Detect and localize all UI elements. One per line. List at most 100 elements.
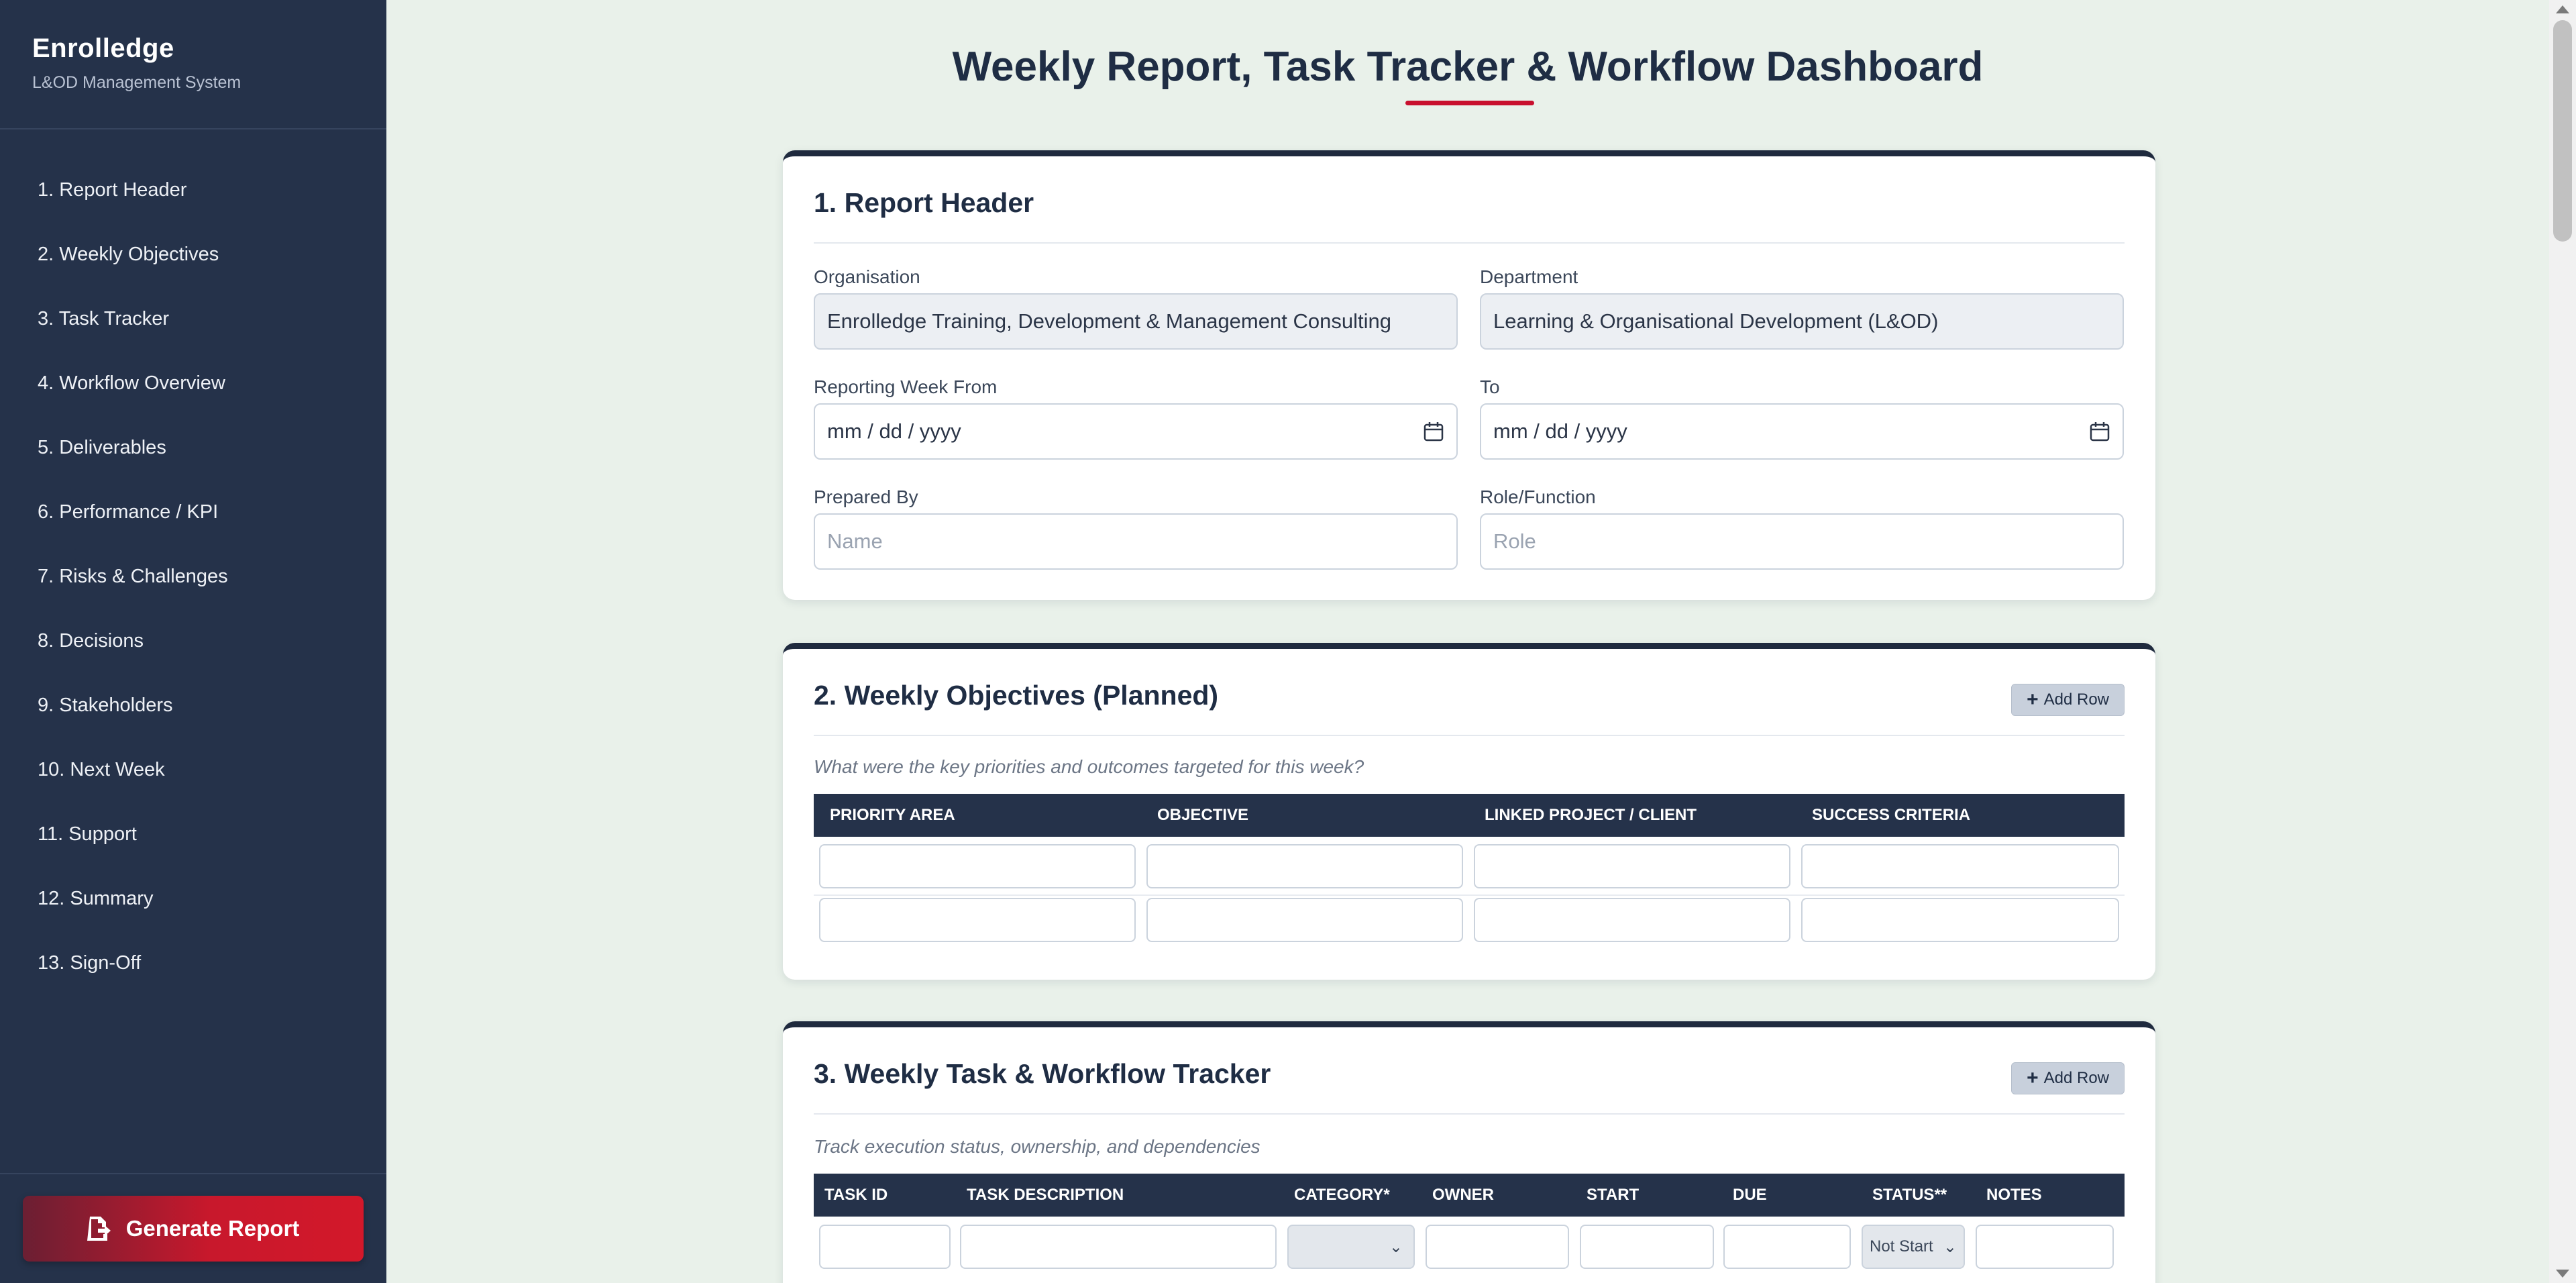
linked-project-input[interactable]: [1474, 898, 1790, 942]
role-input[interactable]: Role: [1480, 513, 2124, 570]
brand-subtitle: L&OD Management System: [32, 73, 241, 92]
department-label: Department: [1480, 266, 1578, 287]
week-to-date-input[interactable]: mm / dd / yyyy: [1480, 403, 2124, 460]
column-header-start: START: [1587, 1186, 1640, 1204]
success-criteria-input[interactable]: [1801, 898, 2119, 942]
plus-icon: +: [2027, 688, 2039, 711]
table-header: PRIORITY AREA OBJECTIVE LINKED PROJECT /…: [814, 794, 2125, 837]
generate-report-label: Generate Report: [125, 1216, 300, 1241]
sidebar-item-weekly-objectives[interactable]: 2. Weekly Objectives: [0, 222, 386, 287]
task-id-input[interactable]: [819, 1225, 951, 1269]
week-from-date-input[interactable]: mm / dd / yyyy: [814, 403, 1458, 460]
column-header-notes: NOTES: [1986, 1186, 2042, 1204]
prepared-by-input[interactable]: Name: [814, 513, 1458, 570]
chevron-down-icon: ⌄: [1943, 1237, 1957, 1256]
column-header-status: STATUS**: [1872, 1186, 1947, 1204]
task-description-input[interactable]: [960, 1225, 1277, 1269]
sidebar-item-task-tracker[interactable]: 3. Task Tracker: [0, 287, 386, 351]
generate-report-button[interactable]: Generate Report: [23, 1196, 364, 1262]
column-header-priority-area: PRIORITY AREA: [830, 806, 955, 824]
report-header-card: 1. Report Header Organisation Enrolledge…: [783, 150, 2155, 600]
sidebar-item-stakeholders[interactable]: 9. Stakeholders: [0, 673, 386, 737]
scrollbar-thumb[interactable]: [2553, 20, 2572, 242]
chevron-down-icon: ⌄: [1389, 1237, 1403, 1256]
column-header-success-criteria: SUCCESS CRITERIA: [1812, 806, 1971, 824]
department-value: Learning & Organisational Development (L…: [1493, 309, 1939, 333]
role-placeholder: Role: [1493, 529, 1536, 553]
scroll-up-arrow-icon[interactable]: [2556, 5, 2569, 13]
sidebar-item-performance-kpi[interactable]: 6. Performance / KPI: [0, 480, 386, 544]
week-to-placeholder: mm / dd / yyyy: [1493, 419, 1627, 443]
column-header-category: CATEGORY*: [1294, 1186, 1390, 1204]
owner-input[interactable]: [1426, 1225, 1569, 1269]
priority-area-input[interactable]: [819, 898, 1136, 942]
add-row-button[interactable]: + Add Row: [2011, 1062, 2125, 1094]
sidebar-item-workflow-overview[interactable]: 4. Workflow Overview: [0, 351, 386, 415]
add-row-button[interactable]: + Add Row: [2011, 684, 2125, 716]
add-row-label: Add Row: [2043, 1069, 2109, 1087]
priority-area-input[interactable]: [819, 844, 1136, 888]
add-row-label: Add Row: [2043, 690, 2109, 709]
task-tracker-card: 3. Weekly Task & Workflow Tracker + Add …: [783, 1021, 2155, 1283]
column-header-linked-project: LINKED PROJECT / CLIENT: [1485, 806, 1697, 824]
department-field[interactable]: Learning & Organisational Development (L…: [1480, 293, 2124, 350]
calendar-icon[interactable]: [2089, 421, 2110, 442]
start-date-input[interactable]: [1580, 1225, 1714, 1269]
column-header-due: DUE: [1733, 1186, 1767, 1204]
page-scrollbar[interactable]: [2549, 0, 2576, 1283]
success-criteria-input[interactable]: [1801, 844, 2119, 888]
status-select[interactable]: Not Start ⌄: [1862, 1225, 1965, 1269]
prepared-by-label: Prepared By: [814, 486, 918, 507]
file-export-icon: [87, 1217, 111, 1241]
sidebar-item-decisions[interactable]: 8. Decisions: [0, 609, 386, 673]
sidebar-item-report-header[interactable]: 1. Report Header: [0, 158, 386, 222]
scroll-down-arrow-icon[interactable]: [2556, 1270, 2569, 1278]
brand-title: Enrolledge: [32, 34, 174, 63]
brand: Enrolledge L&OD Management System: [0, 0, 386, 130]
section-title: 1. Report Header: [814, 187, 1034, 218]
column-header-owner: OWNER: [1432, 1186, 1494, 1204]
role-label: Role/Function: [1480, 486, 1596, 507]
organisation-field[interactable]: Enrolledge Training, Development & Manag…: [814, 293, 1458, 350]
page-title: Weekly Report, Task Tracker & Workflow D…: [952, 44, 1984, 90]
category-select[interactable]: ⌄: [1287, 1225, 1415, 1269]
due-date-input[interactable]: [1723, 1225, 1851, 1269]
organisation-value: Enrolledge Training, Development & Manag…: [827, 309, 1391, 333]
organisation-label: Organisation: [814, 266, 920, 287]
row-divider: [814, 894, 2125, 896]
sidebar-item-summary[interactable]: 12. Summary: [0, 866, 386, 931]
section-description: What were the key priorities and outcome…: [814, 756, 1364, 777]
section-title: 2. Weekly Objectives (Planned): [814, 680, 1219, 711]
section-title: 3. Weekly Task & Workflow Tracker: [814, 1058, 1271, 1089]
sidebar-item-deliverables[interactable]: 5. Deliverables: [0, 415, 386, 480]
main-content: Weekly Report, Task Tracker & Workflow D…: [386, 0, 2549, 1283]
column-header-objective: OBJECTIVE: [1157, 806, 1249, 824]
card-header: 3. Weekly Task & Workflow Tracker + Add …: [814, 1058, 2125, 1115]
card-header: 2. Weekly Objectives (Planned) + Add Row: [814, 680, 2125, 736]
sidebar: Enrolledge L&OD Management System 1. Rep…: [0, 0, 386, 1283]
column-header-task-description: TASK DESCRIPTION: [967, 1186, 1124, 1204]
linked-project-input[interactable]: [1474, 844, 1790, 888]
sidebar-item-next-week[interactable]: 10. Next Week: [0, 737, 386, 802]
title-underline: [1405, 101, 1534, 105]
sidebar-footer: Generate Report: [0, 1173, 386, 1283]
status-value: Not Start: [1870, 1237, 1933, 1255]
week-from-label: Reporting Week From: [814, 376, 998, 397]
calendar-icon[interactable]: [1423, 421, 1444, 442]
card-header: 1. Report Header: [814, 187, 2125, 244]
sidebar-nav: 1. Report Header 2. Weekly Objectives 3.…: [0, 130, 386, 995]
weekly-objectives-card: 2. Weekly Objectives (Planned) + Add Row…: [783, 643, 2155, 980]
prepared-by-placeholder: Name: [827, 529, 883, 553]
sidebar-item-risks-challenges[interactable]: 7. Risks & Challenges: [0, 544, 386, 609]
objective-input[interactable]: [1146, 844, 1463, 888]
week-from-placeholder: mm / dd / yyyy: [827, 419, 961, 443]
section-description: Track execution status, ownership, and d…: [814, 1136, 1260, 1157]
objective-input[interactable]: [1146, 898, 1463, 942]
sidebar-item-sign-off[interactable]: 13. Sign-Off: [0, 931, 386, 995]
to-label: To: [1480, 376, 1500, 397]
table-header: TASK ID TASK DESCRIPTION CATEGORY* OWNER…: [814, 1174, 2125, 1217]
notes-input[interactable]: [1976, 1225, 2114, 1269]
plus-icon: +: [2027, 1067, 2039, 1089]
column-header-task-id: TASK ID: [824, 1186, 888, 1204]
sidebar-item-support[interactable]: 11. Support: [0, 802, 386, 866]
